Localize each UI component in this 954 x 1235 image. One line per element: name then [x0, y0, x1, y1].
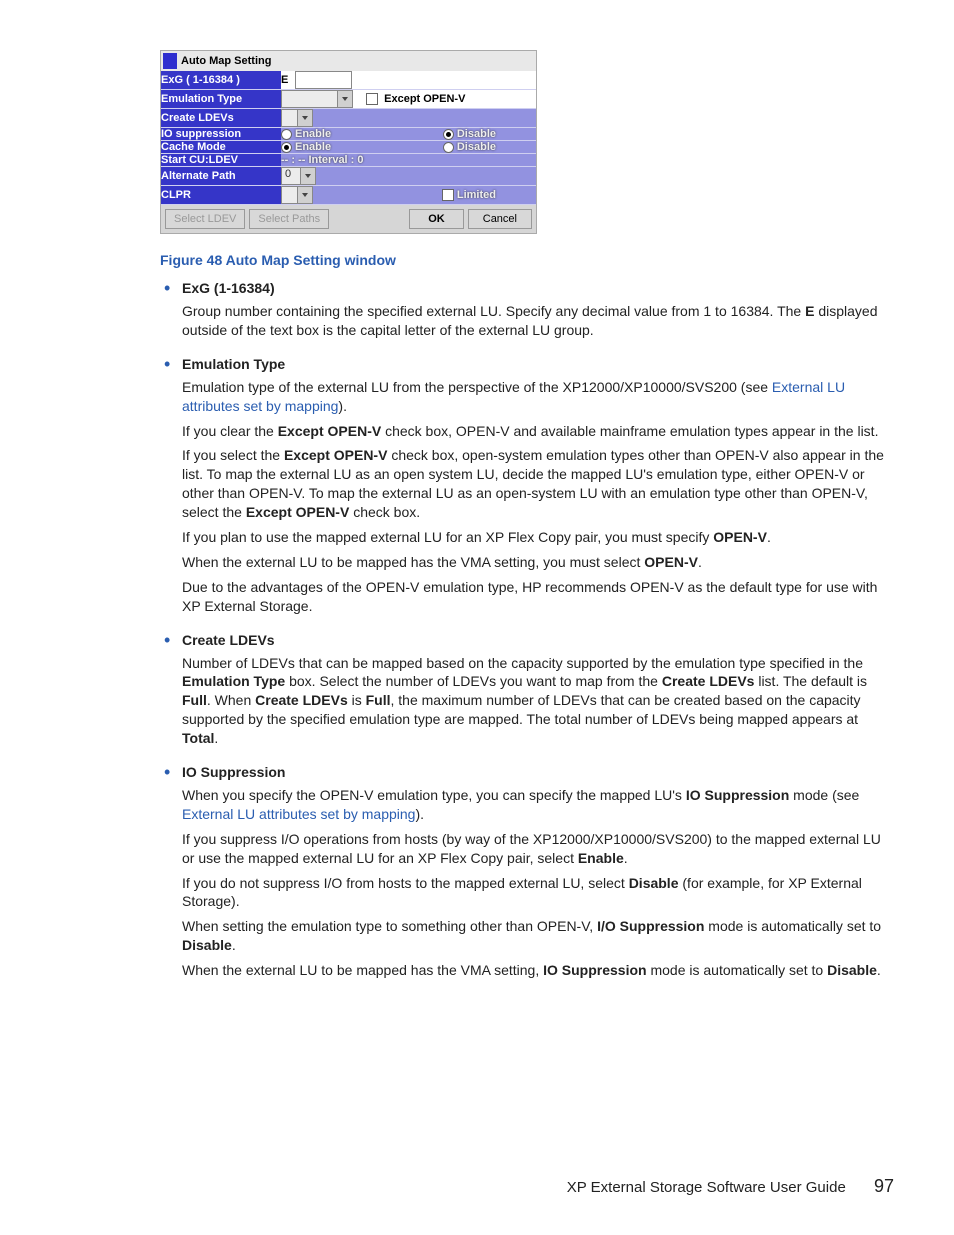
item-exg: ExG (1-16384) Group number containing th…	[160, 280, 894, 340]
exg-input[interactable]	[295, 71, 352, 89]
emu-dropdown[interactable]	[281, 90, 353, 108]
exg-label: ExG ( 1-16384 )	[161, 71, 281, 90]
io-enable-radio[interactable]	[281, 129, 292, 140]
except-openv-checkbox[interactable]	[366, 93, 378, 105]
start-value: -- : -- Interval : 0	[281, 154, 364, 166]
io-enable-label: Enable	[295, 128, 331, 140]
io-disable-label: Disable	[457, 128, 496, 140]
alt-value-cell: 0	[281, 167, 536, 186]
item-io-suppression: IO Suppression When you specify the OPEN…	[160, 764, 894, 980]
clpr-limited-label: Limited	[457, 189, 496, 201]
emu-label: Emulation Type	[161, 90, 281, 109]
io-value-cell: Enable Disable	[281, 128, 536, 141]
start-label: Start CU:LDEV	[161, 154, 281, 167]
figure-caption: Figure 48 Auto Map Setting window	[160, 252, 894, 268]
alt-value: 0	[285, 168, 291, 180]
clpr-dropdown[interactable]	[281, 186, 313, 204]
page-footer: XP External Storage Software User Guide …	[567, 1176, 894, 1197]
cancel-button[interactable]: Cancel	[468, 209, 532, 229]
emu-head: Emulation Type	[182, 356, 894, 372]
select-ldev-button[interactable]: Select LDEV	[165, 209, 245, 229]
alt-label: Alternate Path	[161, 167, 281, 186]
start-value-cell: -- : -- Interval : 0	[281, 154, 536, 167]
dialog-button-row: Select LDEV Select Paths OK Cancel	[161, 205, 536, 233]
alt-dropdown[interactable]: 0	[281, 167, 316, 185]
emu-value-cell: Except OPEN-V	[281, 90, 536, 109]
page-number: 97	[874, 1176, 894, 1196]
cache-enable-label: Enable	[295, 141, 331, 153]
create-value-cell	[281, 109, 536, 128]
io-head: IO Suppression	[182, 764, 894, 780]
auto-map-setting-dialog: Auto Map Setting ExG ( 1-16384 ) E Emula…	[160, 50, 537, 234]
cache-value-cell: Enable Disable	[281, 141, 536, 154]
io-label: IO suppression	[161, 128, 281, 141]
create-label: Create LDEVs	[161, 109, 281, 128]
exg-head: ExG (1-16384)	[182, 280, 894, 296]
cache-enable-radio[interactable]	[281, 142, 292, 153]
dialog-title: Auto Map Setting	[181, 55, 271, 67]
create-head: Create LDEVs	[182, 632, 894, 648]
cache-disable-radio[interactable]	[443, 142, 454, 153]
ok-button[interactable]: OK	[409, 209, 464, 229]
create-dropdown[interactable]	[281, 109, 313, 127]
dialog-title-bar: Auto Map Setting	[161, 51, 536, 71]
clpr-value-cell: Limited	[281, 186, 536, 205]
clpr-label: CLPR	[161, 186, 281, 205]
cache-disable-label: Disable	[457, 141, 496, 153]
except-openv-label: Except OPEN-V	[384, 93, 465, 105]
link-external-lu-attrs-2[interactable]: External LU attributes set by mapping	[182, 806, 415, 822]
cache-label: Cache Mode	[161, 141, 281, 154]
select-paths-button[interactable]: Select Paths	[249, 209, 329, 229]
io-disable-radio[interactable]	[443, 129, 454, 140]
item-create-ldevs: Create LDEVs Number of LDEVs that can be…	[160, 632, 894, 748]
clpr-limited-checkbox[interactable]	[442, 189, 454, 201]
item-emulation-type: Emulation Type Emulation type of the ext…	[160, 356, 894, 616]
title-bar-icon	[163, 53, 177, 69]
exg-value-cell: E	[281, 71, 536, 90]
exg-prefix: E	[281, 74, 288, 86]
footer-title: XP External Storage Software User Guide	[567, 1179, 846, 1196]
